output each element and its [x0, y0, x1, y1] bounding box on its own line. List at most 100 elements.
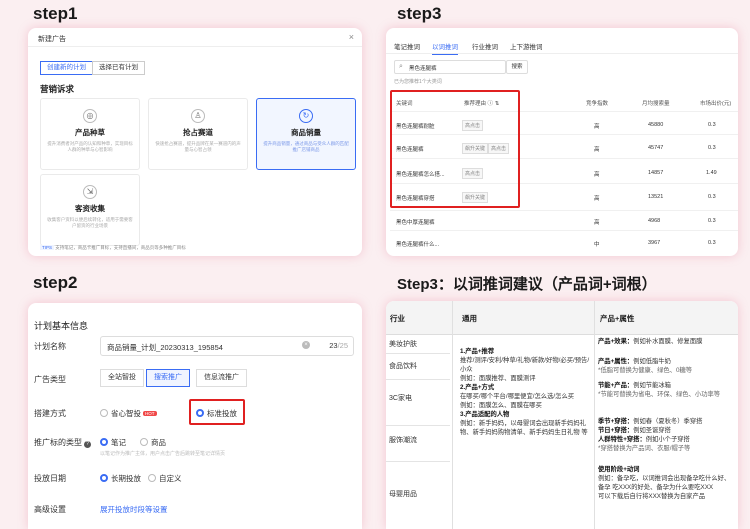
bid-value: 0.3 — [708, 218, 716, 224]
goal-title: 抢占赛道 — [183, 128, 213, 137]
goal-card-track[interactable]: ♙ 抢占赛道 快速抢占赛道，提升品牌在某一赛道内的声量与心智占领 — [148, 98, 248, 170]
step2-title: step2 — [33, 273, 78, 292]
col-volume: 月均搜索量 — [642, 101, 670, 107]
tips-bar: TIPS 支持笔记，商品卡推广目标，支持直播间，商品页等多种推广目标 — [40, 245, 186, 251]
tab-chain-words[interactable]: 上下游推词 — [510, 41, 543, 51]
goal-title: 产品种草 — [75, 128, 105, 137]
table-row[interactable]: 黑色中厚连腿裤 — [396, 218, 435, 226]
col-attr: 产品+属性 — [600, 314, 635, 323]
clear-icon[interactable]: × — [302, 341, 310, 349]
table-row[interactable]: 黑色连腿裤什么... — [396, 240, 439, 248]
goal-desc: 收集客户资料以便后续转化，适用于需要客户留资的行业场景 — [47, 217, 133, 228]
bid-value: 0.3 — [708, 145, 716, 151]
help-icon[interactable]: ? — [84, 441, 91, 448]
ad-type-label: 广告类型 — [34, 375, 66, 384]
attr-cell: 产品+效果：例如补水面膜、修复面膜 — [598, 338, 703, 345]
comp-value: 高 — [594, 124, 600, 130]
create-new-plan-tab[interactable]: 创建新的计划 — [40, 61, 93, 75]
col-competition: 竞争指数 — [586, 101, 609, 107]
attr-cell: 使用阶段+动词 例如：备孕吃，以词推词会出现备孕吃什么好、备孕 吃XXX的好处、备… — [598, 466, 731, 500]
goal-card-leads[interactable]: ⇲ 客资收集 收集客户资料以便后续转化，适用于需要客户留资的行业场景 — [40, 174, 140, 246]
col-bid: 市场出价(元) — [700, 101, 732, 107]
plan-name-label: 计划名称 — [34, 342, 66, 351]
ad-type-feed[interactable]: 信息流推广 — [196, 369, 247, 387]
target-type-label: 推广标的类型? — [34, 437, 91, 448]
general-cell: 1.产品+推荐 推荐/测评/安利/种草/礼物/新款/好物/必买/预告/小众 例如：… — [460, 348, 590, 436]
attr-cell: 节能+产品：例如节能冰箱 *节能可替换为省电、环保、绿色、小功率等 — [598, 382, 721, 398]
table-header — [386, 301, 738, 335]
plan-info-panel: 计划基本信息 计划名称 商品销量_计划_20230313_195854 × 23… — [28, 303, 362, 529]
date-long-radio[interactable]: 长期投放 — [100, 473, 141, 484]
step3-suggestion-title: Step3：以词推词建议（产品词+词根） — [397, 276, 657, 293]
build-method-label: 搭建方式 — [34, 409, 66, 418]
lock-icon: ◎ — [83, 109, 97, 123]
date-label: 投放日期 — [34, 474, 66, 483]
result-count: 已为您推荐1个大类词 — [394, 79, 442, 85]
goal-desc: 提升商品销量，通过商品与受众人群的匹配推广店铺商品 — [263, 141, 349, 152]
col-industry: 行业 — [390, 314, 405, 323]
vol-value: 14857 — [648, 170, 664, 176]
tab-industry-words[interactable]: 行业推词 — [472, 41, 498, 51]
attr-cell: 产品+属性：例如低脂牛奶 *低脂可替换为健康、绿色、0糖等 — [598, 358, 693, 374]
attr-cell: 季节+穿搭：例如春（夏秋冬）季穿搭 节日+穿搭：例如圣诞穿搭 人群特性+穿搭：例如小… — [598, 418, 703, 452]
vol-value: 4968 — [648, 218, 661, 224]
tips-tag: TIPS — [40, 245, 55, 250]
vol-value: 3967 — [648, 240, 661, 246]
highlight-box — [189, 399, 245, 425]
vol-value: 13521 — [648, 194, 664, 200]
goal-desc: 提升消费者对产品的认知和种草，实现目标人群的种草与心智影响 — [47, 141, 133, 152]
industry-cell: 3C家电 — [389, 395, 412, 402]
step3-title: step3 — [397, 4, 442, 23]
keyword-search-input[interactable]: ⌕ 黑色连腿裤 — [394, 60, 506, 74]
col-general: 通用 — [462, 314, 477, 323]
keyword-suggest-panel: 笔记推词 以词推词 行业推词 上下游推词 ⌕ 黑色连腿裤 搜索 已为您推荐1个大类… — [386, 28, 738, 256]
goal-title: 客资收集 — [75, 204, 105, 213]
divider — [386, 53, 738, 54]
method-smart-radio[interactable]: 省心智投 HOT — [100, 408, 157, 419]
comp-value: 高 — [594, 196, 600, 202]
goal-desc: 快速抢占赛道，提升品牌在某一赛道内的声量与心智占领 — [155, 141, 241, 152]
vol-value: 45880 — [648, 122, 664, 128]
char-count: 23/25 — [329, 341, 348, 350]
advanced-label: 高级设置 — [34, 505, 66, 514]
industry-cell: 食品饮料 — [389, 363, 417, 370]
date-custom-radio[interactable]: 自定义 — [148, 473, 182, 484]
dialog-title: 新建广告 — [38, 36, 66, 43]
divider — [28, 46, 362, 47]
plan-name-input[interactable]: 商品销量_计划_20230313_195854 — [100, 336, 354, 356]
highlight-box — [390, 90, 520, 208]
comp-value: 高 — [594, 220, 600, 226]
close-icon[interactable]: × — [349, 32, 354, 42]
goal-card-sales[interactable]: ↻ 商品销量 提升商品销量，通过商品与受众人群的匹配推广店铺商品 — [256, 98, 356, 170]
industry-cell: 美妆护肤 — [389, 341, 417, 348]
suggestion-table: 行业 通用 产品+属性 美妆护肤 食品饮料 3C家电 服饰潮流 母婴用品 1.产… — [386, 301, 738, 529]
target-hint: 以笔记作为推广主体，用户点击广告后跳转至笔记详情页 — [100, 451, 226, 457]
bid-value: 0.3 — [708, 240, 716, 246]
search-icon: ⌕ — [399, 63, 403, 70]
vol-value: 45747 — [648, 145, 664, 151]
ad-type-search[interactable]: 搜索推广 — [146, 369, 190, 387]
refresh-icon: ↻ — [299, 109, 313, 123]
industry-cell: 服饰潮流 — [389, 437, 417, 444]
goal-card-product-seeding[interactable]: ◎ 产品种草 提升消费者对产品的认知和种草，实现目标人群的种草与心智影响 — [40, 98, 140, 170]
target-product-radio[interactable]: 商品 — [140, 437, 166, 448]
tab-note-words[interactable]: 笔记推词 — [394, 41, 420, 51]
advanced-settings-link[interactable]: 展开投放时段等设置 — [100, 504, 168, 515]
search-button[interactable]: 搜索 — [506, 60, 528, 74]
comp-value: 高 — [594, 172, 600, 178]
collect-icon: ⇲ — [83, 185, 97, 199]
plan-info-heading: 计划基本信息 — [34, 321, 89, 331]
step1-title: step1 — [33, 4, 78, 23]
choose-existing-plan-tab[interactable]: 选择已有计划 — [92, 61, 145, 75]
bid-value: 0.3 — [708, 194, 716, 200]
ad-type-smart[interactable]: 全站智投 — [100, 369, 144, 387]
bid-value: 0.3 — [708, 122, 716, 128]
marketing-goal-heading: 营销诉求 — [40, 84, 75, 94]
user-icon: ♙ — [191, 109, 205, 123]
comp-value: 高 — [594, 147, 600, 153]
industry-cell: 母婴用品 — [389, 491, 417, 498]
bid-value: 1.49 — [706, 170, 717, 176]
hot-badge: HOT — [143, 411, 157, 416]
goal-title: 商品销量 — [291, 128, 321, 137]
target-note-radio[interactable]: 笔记 — [100, 437, 126, 448]
